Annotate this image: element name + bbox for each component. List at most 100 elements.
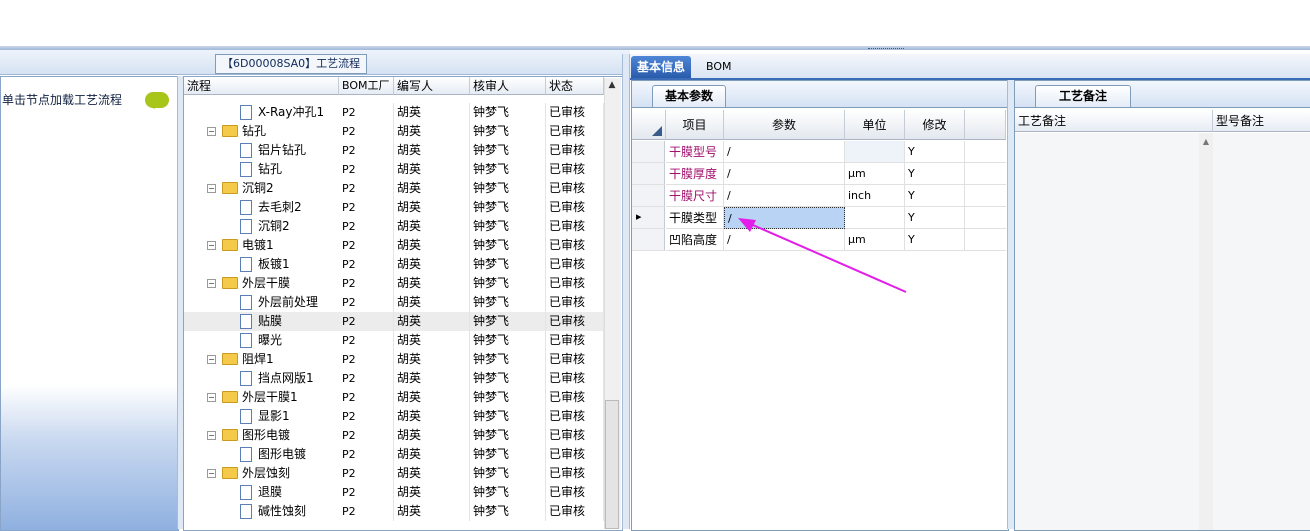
status-cell[interactable]: 已审核 (546, 369, 604, 388)
bom-cell[interactable]: P2 (339, 122, 394, 141)
bom-cell[interactable]: P2 (339, 103, 394, 122)
flow-name-cell[interactable]: 沉铜2 (184, 217, 339, 236)
status-cell[interactable]: 已审核 (546, 236, 604, 255)
flow-row[interactable]: 贴膜 P2 胡英 钟梦飞 已审核 (184, 312, 604, 331)
flow-name-cell[interactable]: 铝片钻孔 (184, 141, 339, 160)
bom-cell[interactable]: P2 (339, 464, 394, 483)
reviewer-cell[interactable]: 钟梦飞 (470, 426, 546, 445)
flow-row[interactable]: 挡点网版1 P2 胡英 钟梦飞 已审核 (184, 369, 604, 388)
status-cell[interactable]: 已审核 (546, 255, 604, 274)
flow-grid-scroll-thumb[interactable] (605, 400, 619, 529)
bom-cell[interactable]: P2 (339, 217, 394, 236)
reviewer-cell[interactable]: 钟梦飞 (470, 160, 546, 179)
flow-row[interactable]: 钻孔 P2 胡英 钟梦飞 已审核 (184, 160, 604, 179)
bom-cell[interactable]: P2 (339, 426, 394, 445)
process-note-scrollbar[interactable]: ▲ (1199, 133, 1213, 530)
status-cell[interactable]: 已审核 (546, 483, 604, 502)
reviewer-cell[interactable]: 钟梦飞 (470, 122, 546, 141)
reviewer-cell[interactable]: 钟梦飞 (470, 388, 546, 407)
param-item-cell[interactable]: 干膜型号 (666, 141, 724, 163)
flow-name-cell[interactable]: 曝光 (184, 331, 339, 350)
param-unit-cell[interactable]: inch (845, 185, 905, 207)
collapse-icon[interactable]: − (207, 184, 216, 193)
author-cell[interactable]: 胡英 (394, 122, 470, 141)
status-cell[interactable]: 已审核 (546, 426, 604, 445)
collapse-icon[interactable]: − (207, 431, 216, 440)
status-cell[interactable]: 已审核 (546, 160, 604, 179)
column-header-model-note[interactable]: 型号备注 (1213, 110, 1310, 132)
status-cell[interactable]: 已审核 (546, 331, 604, 350)
flow-row[interactable]: X-Ray冲孔1 P2 胡英 钟梦飞 已审核 (184, 103, 604, 122)
reviewer-cell[interactable]: 钟梦飞 (470, 445, 546, 464)
collapse-icon[interactable]: − (207, 469, 216, 478)
param-row-header[interactable] (632, 185, 665, 207)
reviewer-cell[interactable]: 钟梦飞 (470, 483, 546, 502)
flow-row[interactable]: 图形电镀 P2 胡英 钟梦飞 已审核 (184, 445, 604, 464)
flow-name-cell[interactable]: − 阻焊1 (184, 350, 339, 369)
author-cell[interactable]: 胡英 (394, 483, 470, 502)
bom-cell[interactable]: P2 (339, 236, 394, 255)
flow-row[interactable]: 沉铜2 P2 胡英 钟梦飞 已审核 (184, 217, 604, 236)
status-cell[interactable]: 已审核 (546, 179, 604, 198)
author-cell[interactable]: 胡英 (394, 217, 470, 236)
bom-cell[interactable]: P2 (339, 160, 394, 179)
bom-cell[interactable]: P2 (339, 141, 394, 160)
flow-name-cell[interactable]: 退膜 (184, 483, 339, 502)
bom-cell[interactable]: P2 (339, 445, 394, 464)
flow-name-cell[interactable]: 图形电镀 (184, 445, 339, 464)
status-cell[interactable]: 已审核 (546, 350, 604, 369)
column-header-process-note[interactable]: 工艺备注 (1015, 110, 1213, 132)
param-row-header[interactable] (632, 163, 665, 185)
reviewer-cell[interactable]: 钟梦飞 (470, 236, 546, 255)
flow-row[interactable]: − 图形电镀 P2 胡英 钟梦飞 已审核 (184, 426, 604, 445)
column-header-author[interactable]: 编写人 (394, 77, 470, 95)
author-cell[interactable]: 胡英 (394, 502, 470, 521)
author-cell[interactable]: 胡英 (394, 274, 470, 293)
status-cell[interactable]: 已审核 (546, 217, 604, 236)
tab-basic-info[interactable]: 基本信息 (631, 56, 692, 78)
author-cell[interactable]: 胡英 (394, 331, 470, 350)
flow-row[interactable]: − 外层干膜1 P2 胡英 钟梦飞 已审核 (184, 388, 604, 407)
reviewer-cell[interactable]: 钟梦飞 (470, 331, 546, 350)
reviewer-cell[interactable]: 钟梦飞 (470, 274, 546, 293)
bom-cell[interactable]: P2 (339, 350, 394, 369)
flow-name-cell[interactable]: 贴膜 (184, 312, 339, 331)
reviewer-cell[interactable]: 钟梦飞 (470, 179, 546, 198)
flow-row[interactable]: − 外层干膜 P2 胡英 钟梦飞 已审核 (184, 274, 604, 293)
reviewer-cell[interactable]: 钟梦飞 (470, 255, 546, 274)
param-value-cell[interactable]: / (724, 141, 845, 163)
author-cell[interactable]: 胡英 (394, 407, 470, 426)
flow-row[interactable]: 显影1 P2 胡英 钟梦飞 已审核 (184, 407, 604, 426)
process-note-text[interactable] (1015, 133, 1200, 530)
author-cell[interactable]: 胡英 (394, 141, 470, 160)
bom-cell[interactable]: P2 (339, 198, 394, 217)
reviewer-cell[interactable]: 钟梦飞 (470, 350, 546, 369)
bom-cell[interactable]: P2 (339, 179, 394, 198)
flow-name-cell[interactable]: 碱性蚀刻 (184, 502, 339, 521)
author-cell[interactable]: 胡英 (394, 236, 470, 255)
param-edit-cell[interactable]: Y (905, 141, 965, 163)
flow-row[interactable]: 曝光 P2 胡英 钟梦飞 已审核 (184, 331, 604, 350)
reviewer-cell[interactable]: 钟梦飞 (470, 141, 546, 160)
bom-cell[interactable]: P2 (339, 293, 394, 312)
tab-basic-params[interactable]: 基本参数 (652, 85, 727, 107)
model-note-text[interactable] (1213, 133, 1310, 530)
flow-name-cell[interactable]: − 沉铜2 (184, 179, 339, 198)
status-cell[interactable]: 已审核 (546, 198, 604, 217)
reviewer-cell[interactable]: 钟梦飞 (470, 502, 546, 521)
bom-cell[interactable]: P2 (339, 388, 394, 407)
bom-cell[interactable]: P2 (339, 274, 394, 293)
scroll-up-arrow-icon[interactable]: ▲ (606, 80, 618, 92)
reviewer-cell[interactable]: 钟梦飞 (470, 217, 546, 236)
bom-cell[interactable]: P2 (339, 502, 394, 521)
status-cell[interactable]: 已审核 (546, 445, 604, 464)
param-edit-cell[interactable]: Y (905, 163, 965, 185)
param-item-cell[interactable]: 干膜类型 (666, 207, 724, 229)
collapse-icon[interactable]: − (207, 241, 216, 250)
author-cell[interactable]: 胡英 (394, 312, 470, 331)
author-cell[interactable]: 胡英 (394, 179, 470, 198)
flow-row[interactable]: − 阻焊1 P2 胡英 钟梦飞 已审核 (184, 350, 604, 369)
flow-name-cell[interactable]: 钻孔 (184, 160, 339, 179)
param-row-header[interactable] (632, 141, 665, 163)
param-row-header[interactable]: ▸ (632, 207, 665, 229)
